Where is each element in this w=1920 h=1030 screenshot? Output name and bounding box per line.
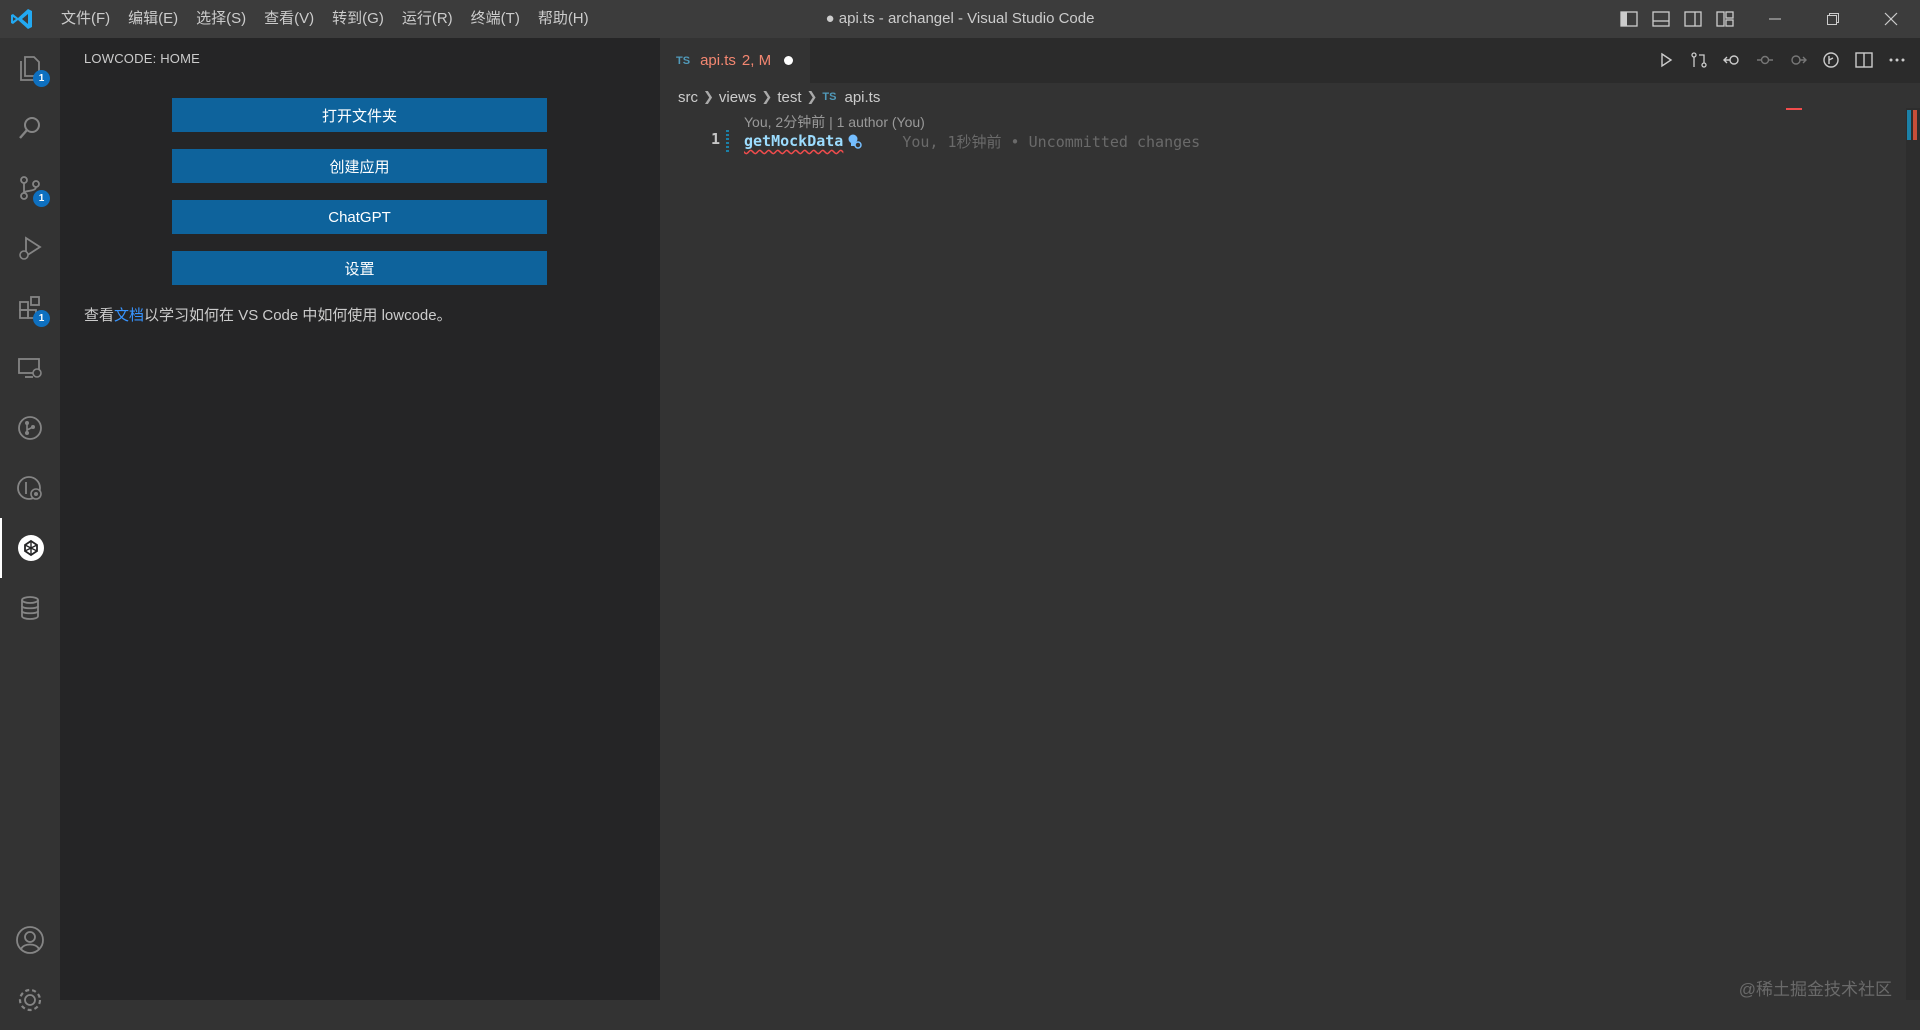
gutter-change-indicator[interactable] [726, 130, 729, 152]
lowcode-sidebar: LOWCODE: HOME 打开文件夹 创建应用 ChatGPT 设置 查看文档… [60, 38, 660, 1000]
database-icon [21, 596, 39, 620]
codelens-authors[interactable]: You, 2分钟前 | 1 author (You) [744, 112, 925, 132]
menu-selection[interactable]: 选择(S) [187, 0, 255, 38]
minimize-icon[interactable] [1746, 0, 1804, 38]
account-icon [16, 926, 44, 954]
tab-problems-status: 2, M [741, 52, 772, 69]
doc-hint: 查看文档以学习如何在 VS Code 中如何使用 lowcode。 [84, 304, 452, 325]
title-bar: 文件(F) 编辑(E) 选择(S) 查看(V) 转到(G) 运行(R) 终端(T… [0, 0, 1920, 38]
editor-area: TS api.ts 2, M src ❯ views ❯ test ❯ TS a… [660, 38, 1920, 1000]
extensions-badge: 1 [33, 310, 50, 327]
menu-go[interactable]: 转到(G) [323, 0, 393, 38]
next-revision-icon[interactable] [1787, 49, 1809, 71]
inline-blame: You, 1秒钟前 • Uncommitted changes [902, 132, 1201, 151]
menu-help[interactable]: 帮助(H) [529, 0, 598, 38]
breadcrumb-test[interactable]: test [777, 89, 801, 106]
menu-edit[interactable]: 编辑(E) [119, 0, 187, 38]
menu-terminal[interactable]: 终端(T) [462, 0, 529, 38]
overview-ruler-change-marker [1907, 110, 1911, 140]
search-icon [19, 117, 40, 139]
settings-button[interactable]: 设置 [172, 251, 547, 285]
tab-label: api.ts [700, 52, 736, 69]
previous-revision-icon[interactable] [1721, 49, 1743, 71]
run-file-icon[interactable] [1655, 49, 1677, 71]
overview-ruler-error-marker [1913, 110, 1917, 140]
customize-layout-icon[interactable] [1714, 8, 1736, 30]
toggle-primary-sidebar-icon[interactable] [1618, 8, 1640, 30]
doc-hint-suffix: 以学习如何在 VS Code 中如何使用 lowcode。 [144, 307, 452, 324]
explorer-badge: 1 [33, 70, 50, 87]
sidebar-title: LOWCODE: HOME [84, 51, 200, 66]
activity-bar: 1 1 1 [0, 38, 60, 1012]
gitlens-button[interactable] [0, 458, 60, 518]
breadcrumb-file[interactable]: api.ts [844, 89, 880, 106]
tab-bar: TS api.ts 2, M [660, 38, 1920, 83]
vertical-scrollbar[interactable] [1906, 108, 1920, 1000]
database-button[interactable] [0, 578, 60, 638]
layout-controls [1618, 8, 1736, 30]
lowcode-button[interactable] [0, 518, 60, 578]
open-changes-icon[interactable] [1688, 49, 1710, 71]
chevron-right-icon: ❯ [703, 89, 714, 104]
menu-bar: 文件(F) 编辑(E) 选择(S) 查看(V) 转到(G) 运行(R) 终端(T… [52, 0, 598, 38]
breadcrumb: src ❯ views ❯ test ❯ TS api.ts [678, 86, 880, 108]
typescript-file-icon: TS [822, 91, 837, 103]
doc-link[interactable]: 文档 [114, 307, 144, 324]
manage-button[interactable] [0, 970, 60, 1030]
close-icon[interactable] [1862, 0, 1920, 38]
extensions-button[interactable]: 1 [0, 278, 60, 338]
remote-explorer-icon [18, 358, 42, 378]
window-controls [1746, 0, 1920, 38]
commit-icon[interactable] [1754, 49, 1776, 71]
breadcrumb-views[interactable]: views [719, 89, 757, 106]
minimap-error-marker [1786, 108, 1802, 110]
split-editor-icon[interactable] [1853, 49, 1875, 71]
code-line[interactable]: getMockData You, 1秒钟前 • Uncommitted chan… [744, 130, 1200, 152]
code-identifier[interactable]: getMockData [744, 132, 843, 150]
chevron-right-icon: ❯ [761, 89, 773, 104]
toggle-secondary-sidebar-icon[interactable] [1682, 8, 1704, 30]
breadcrumb-src[interactable]: src [678, 89, 698, 106]
run-debug-button[interactable] [0, 218, 60, 278]
remote-explorer-button[interactable] [0, 338, 60, 398]
source-control-button[interactable]: 1 [0, 158, 60, 218]
accounts-button[interactable] [0, 910, 60, 970]
vscode-logo-icon [11, 9, 32, 29]
search-button[interactable] [0, 98, 60, 158]
toggle-panel-icon[interactable] [1650, 8, 1672, 30]
menu-view[interactable]: 查看(V) [255, 0, 323, 38]
gitlens-icon [17, 476, 42, 500]
tab-api-ts[interactable]: TS api.ts 2, M [660, 38, 810, 83]
lowcode-icon [18, 535, 44, 561]
open-folder-button[interactable]: 打开文件夹 [172, 98, 547, 132]
chatgpt-button[interactable]: ChatGPT [172, 200, 547, 234]
unsaved-dot-icon[interactable] [784, 56, 794, 65]
toggle-blame-icon[interactable] [1820, 49, 1842, 71]
watermark: @稀土掘金技术社区 [1738, 980, 1892, 999]
chevron-right-icon: ❯ [806, 89, 818, 104]
create-app-button[interactable]: 创建应用 [172, 149, 547, 183]
menu-file[interactable]: 文件(F) [52, 0, 119, 38]
explorer-button[interactable]: 1 [0, 38, 60, 98]
git-graph-button[interactable] [0, 398, 60, 458]
typescript-file-icon: TS [676, 54, 691, 67]
line-number: 1 [710, 130, 720, 148]
window-title: ● api.ts - archangel - Visual Studio Cod… [825, 10, 1095, 27]
run-debug-icon [19, 236, 42, 260]
menu-run[interactable]: 运行(R) [393, 0, 462, 38]
doc-hint-prefix: 查看 [84, 307, 115, 324]
gear-icon [18, 988, 42, 1012]
quick-fix-lightbulb-icon[interactable] [846, 133, 863, 149]
git-graph-icon [18, 416, 42, 440]
more-actions-icon[interactable] [1886, 49, 1908, 71]
restore-icon[interactable] [1804, 0, 1862, 38]
editor-actions [1655, 49, 1908, 71]
source-control-badge: 1 [33, 190, 50, 207]
